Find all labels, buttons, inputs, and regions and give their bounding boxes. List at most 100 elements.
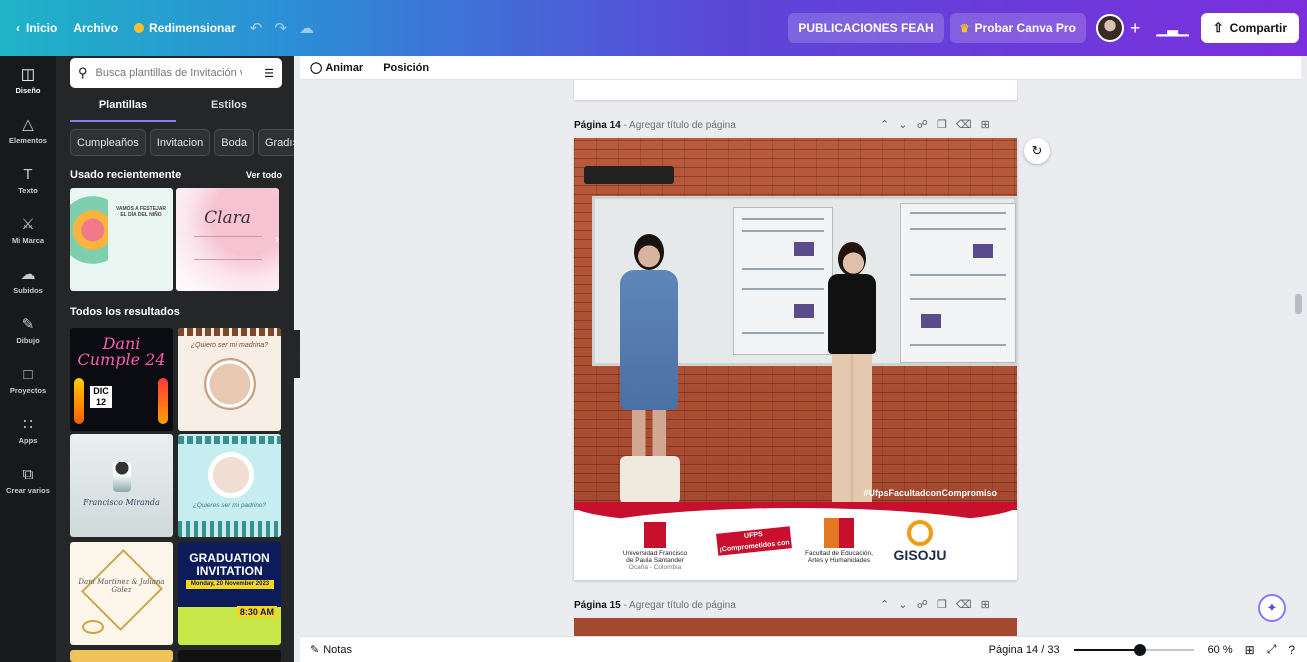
vertical-scrollbar[interactable] [1294,80,1304,636]
add-page-icon[interactable]: ⊞ [981,119,991,131]
recent-template-invite[interactable]: VAMOS A FESTEJAR EL DÍA DEL NIÑO [70,188,173,291]
lock-icon[interactable]: ☍ [917,599,929,611]
duplicate-icon[interactable]: ❐ [937,119,948,131]
undo-button[interactable]: ↶ [244,13,269,43]
chevron-down-icon[interactable]: ⌄ [898,119,908,131]
logo-gisoju[interactable]: GISOJU [890,520,950,562]
chevron-up-icon[interactable]: ⌃ [880,599,890,611]
tab-templates[interactable]: Plantillas [70,96,176,122]
upload-icon: ☁ [20,266,36,283]
page-14-label[interactable]: Página 14 - Agregar título de página [574,120,736,131]
fullscreen-icon[interactable]: ⤢ [1267,642,1277,657]
search-input[interactable] [93,66,244,80]
save-status-button[interactable]: ☁ [293,13,320,43]
chip-invitation[interactable]: Invitacion [149,129,211,156]
poster [900,203,1016,363]
template-text: Monday, 20 November 2023 [186,580,274,589]
template-thumbnail[interactable]: Dani Martinez & Juliana Golez [70,542,173,645]
redo-button[interactable]: ↷ [268,13,293,43]
rail-item-elements[interactable]: △ Elementos [0,106,56,156]
undo-icon: ↶ [249,20,263,37]
template-search[interactable]: ⚲ ☰ [70,58,282,88]
template-thumbnail[interactable] [178,650,281,662]
redo-icon: ↷ [274,20,287,37]
template-thumbnail[interactable]: ¿Quiero ser mi madrina? [178,328,281,431]
resize-button[interactable]: Redimensionar [126,13,244,43]
page-15[interactable] [574,618,1017,636]
grid-view-icon[interactable]: ⊞ [1245,643,1255,657]
duplicate-icon[interactable]: ❐ [937,599,948,611]
editor-canvas[interactable]: Página 14 - Agregar título de página ⌃ ⌄… [300,80,1301,636]
chip-graduation[interactable]: Gradı› [257,129,294,156]
page-indicator[interactable]: Página 14 / 33 [989,644,1060,656]
hashtag-text[interactable]: #UfpsFacultadconCompromiso [863,488,997,498]
page-15-label[interactable]: Página 15 - Agregar título de página [574,600,736,611]
position-button[interactable]: Posición [383,62,429,74]
avatar[interactable] [1095,14,1124,42]
tab-styles[interactable]: Estilos [176,96,282,122]
try-pro-button[interactable]: ♛ Probar Canva Pro [949,13,1086,43]
zoom-level[interactable]: 60 % [1208,644,1233,656]
logo-acreditacion[interactable]: UFPS ¡Comprometidos con la ACREDITACIÓN! [712,526,796,564]
lock-icon[interactable]: ☍ [917,119,929,131]
trash-icon[interactable]: ⌫ [956,119,973,131]
page-13-bottom[interactable] [574,80,1017,100]
notes-button[interactable]: ✎ Notas [310,643,352,656]
chevron-down-icon[interactable]: ⌄ [898,599,908,611]
scrollbar-thumb[interactable] [1295,294,1302,314]
bunting-decoration [178,328,281,336]
project-name-button[interactable]: PUBLICACIONES FEAH [788,13,944,43]
filter-icon[interactable]: ☰ [264,67,274,80]
logo-feah[interactable]: Facultad de Educación, Artes y Humanidad… [804,518,874,564]
page-14[interactable]: #UfpsFacultadconCompromiso Universidad F… [574,138,1017,580]
rail-item-draw[interactable]: ✎ Dibujo [0,306,56,356]
event-photo[interactable]: #UfpsFacultadconCompromiso [574,138,1017,510]
chip-wedding[interactable]: Boda [214,129,254,156]
template-text: DIC 12 [90,386,112,408]
animate-button[interactable]: ◯ Animar [310,61,363,74]
share-button[interactable]: ⇧ Compartir [1200,13,1299,43]
folder-icon: □ [23,366,33,383]
recent-template-clara[interactable]: Clara [176,188,279,291]
rail-item-design[interactable]: ◫ Diseño [0,56,56,106]
rail-item-brand[interactable]: ⚔ Mi Marca [0,206,56,256]
zoom-fill [1073,648,1140,651]
share-icon: ⇧ [1212,20,1224,35]
logo-ufps[interactable]: Universidad Francisco de Paula Santander… [620,522,690,571]
file-menu-button[interactable]: Archivo [65,13,126,43]
chevron-right-icon[interactable]: › [275,232,279,246]
rail-item-create-multiple[interactable]: ⧉ Crear varios [0,456,56,506]
rail-item-text[interactable]: T Texto [0,156,56,206]
template-thumbnail[interactable]: Francisco Miranda [70,434,173,537]
refresh-icon: ↻ [1031,143,1043,158]
rail-item-uploads[interactable]: ☁ Subidos [0,256,56,306]
trash-icon[interactable]: ⌫ [956,599,973,611]
template-thumbnail[interactable]: ¿Quieres ser mi padrino? [178,434,281,537]
home-button[interactable]: ‹ Inicio [8,13,65,43]
chevron-up-icon[interactable]: ⌃ [880,119,890,131]
zoom-slider[interactable] [1073,643,1194,656]
notes-icon: ✎ [310,644,320,656]
template-thumbnail[interactable]: Dani Cumple 24 DIC 12 [70,328,173,431]
add-page-icon[interactable]: ⊞ [981,599,991,611]
zoom-handle[interactable] [1133,643,1146,656]
add-collaborator-button[interactable]: + [1130,18,1141,39]
animate-icon: ◯ [310,62,323,74]
gisoju-logo-icon [907,520,933,546]
see-all-link[interactable]: Ver todo [246,170,282,180]
stripes-decoration [178,521,281,537]
rail-item-apps[interactable]: ∷ Apps [0,406,56,456]
all-results-title: Todos los resultados [70,306,180,318]
magic-assistant-button[interactable]: ✦ [1258,594,1286,622]
help-icon[interactable]: ? [1288,643,1295,657]
template-text: GRADUATION INVITATION [189,551,270,578]
regenerate-button[interactable]: ↻ [1024,138,1050,164]
template-text: Francisco Miranda [83,498,160,507]
insights-button[interactable]: ▁▃▁ [1156,20,1188,37]
rail-item-projects[interactable]: □ Proyectos [0,356,56,406]
template-text: ¿Quieres ser mi padrino? [192,502,267,509]
template-thumbnail[interactable]: GRADUATION INVITATION Monday, 20 Novembe… [178,542,281,645]
chip-birthday[interactable]: Cumpleaños [70,129,146,156]
template-thumbnail[interactable] [70,650,173,662]
template-text: VAMOS A FESTEJAR EL DÍA DEL NIÑO [115,206,167,218]
